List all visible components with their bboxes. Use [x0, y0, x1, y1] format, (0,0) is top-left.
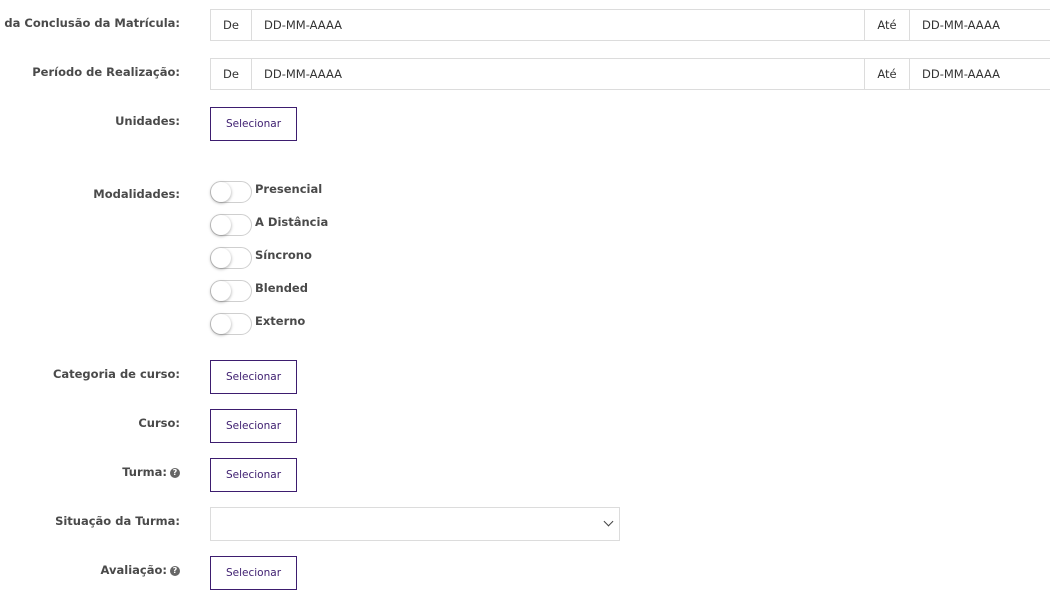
avaliacao-label: Avaliação:?	[101, 563, 180, 577]
presencial-toggle[interactable]	[210, 181, 252, 203]
externo-label: Externo	[255, 314, 306, 328]
periodo-date-range: De Até	[210, 58, 1050, 90]
situacao-select[interactable]	[210, 507, 620, 541]
modalidades-label: Modalidades:	[93, 187, 180, 201]
toggle-knob	[211, 182, 231, 202]
conclusao-to-input[interactable]	[910, 10, 1050, 40]
turma-label: Turma:?	[122, 465, 180, 479]
blended-toggle[interactable]	[210, 280, 252, 302]
modalidade-blended: Blended	[210, 280, 308, 302]
categoria-label: Categoria de curso:	[52, 367, 180, 381]
conclusao-from-input[interactable]	[252, 10, 864, 40]
toggle-knob	[211, 215, 231, 235]
periodo-to-addon: Até	[864, 59, 910, 89]
unidades-select-button[interactable]: Selecionar	[210, 107, 297, 141]
blended-label: Blended	[255, 281, 308, 295]
modalidade-distancia: A Distância	[210, 214, 328, 236]
avaliacao-label-text: Avaliação:	[100, 563, 167, 577]
toggle-knob	[211, 281, 231, 301]
presencial-label: Presencial	[255, 182, 323, 196]
turma-label-text: Turma:	[122, 465, 167, 479]
sincrono-label: Síncrono	[255, 248, 312, 262]
help-icon[interactable]: ?	[170, 566, 180, 576]
distancia-label: A Distância	[255, 215, 329, 229]
conclusao-from-addon: De	[211, 10, 252, 40]
periodo-to-input[interactable]	[910, 59, 1050, 89]
chevron-down-icon	[603, 516, 614, 527]
conclusao-to-addon: Até	[864, 10, 910, 40]
categoria-select-button[interactable]: Selecionar	[210, 360, 297, 394]
conclusao-label: Data da Conclusão da Matrícula:	[0, 16, 180, 30]
externo-toggle[interactable]	[210, 313, 252, 335]
help-icon[interactable]: ?	[170, 468, 180, 478]
modalidade-presencial: Presencial	[210, 181, 322, 203]
modalidade-sincrono: Síncrono	[210, 247, 312, 269]
conclusao-date-range: De Até	[210, 9, 1050, 41]
modalidade-externo: Externo	[210, 313, 305, 335]
periodo-from-input[interactable]	[252, 59, 864, 89]
periodo-label: Período de Realização:	[32, 65, 180, 79]
distancia-toggle[interactable]	[210, 214, 252, 236]
sincrono-toggle[interactable]	[210, 247, 252, 269]
unidades-label: Unidades:	[115, 114, 180, 128]
toggle-knob	[211, 314, 231, 334]
situacao-label: Situação da Turma:	[55, 514, 180, 528]
curso-select-button[interactable]: Selecionar	[210, 409, 297, 443]
periodo-from-addon: De	[211, 59, 252, 89]
avaliacao-select-button[interactable]: Selecionar	[210, 556, 297, 590]
toggle-knob	[211, 248, 231, 268]
curso-label: Curso:	[138, 416, 180, 430]
turma-select-button[interactable]: Selecionar	[210, 458, 297, 492]
